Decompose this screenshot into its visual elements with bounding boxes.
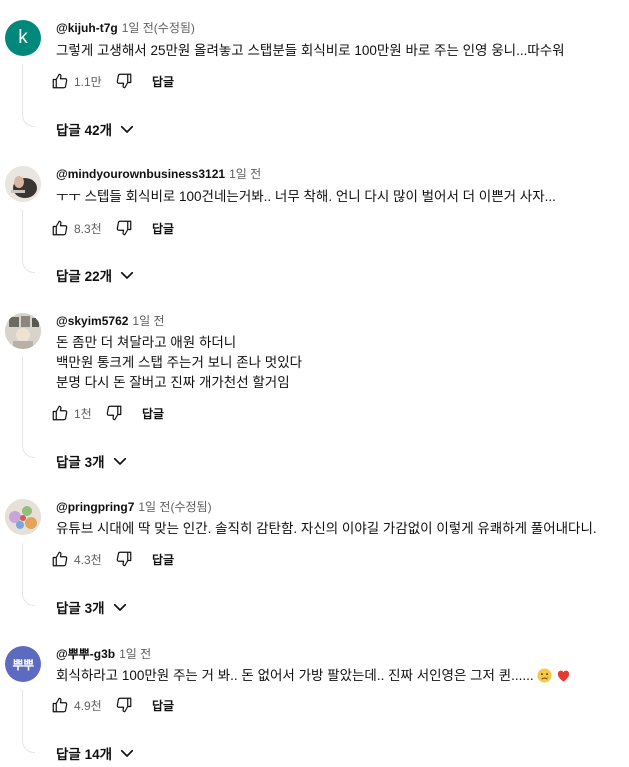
comment-time[interactable]: 1일 전 <box>229 167 261 181</box>
thumb-up-icon[interactable] <box>50 549 70 569</box>
like-count: 1.1만 <box>74 74 102 89</box>
comment-time[interactable]: 1일 전(수정됨) <box>122 21 195 35</box>
comment-line: 돈 좀만 더 쳐달라고 애원 하더니 <box>56 335 237 350</box>
thread-line <box>22 357 35 458</box>
avatar-photo <box>5 313 41 349</box>
thread-line <box>22 543 35 606</box>
avatar[interactable] <box>5 313 41 349</box>
replies-count: 답글 42개 <box>56 123 113 138</box>
thumb-down-icon[interactable] <box>104 403 124 423</box>
comment-header: @pringpring7 1일 전(수정됨) <box>56 499 212 515</box>
like-count: 8.3천 <box>74 221 102 236</box>
thumb-down-icon[interactable] <box>114 71 134 91</box>
thread-line <box>22 690 35 753</box>
comment-header: @kijuh-t7g 1일 전(수정됨) <box>56 20 195 36</box>
thumb-up-icon[interactable] <box>50 403 70 423</box>
comment-header: @mindyourownbusiness3121 1일 전 <box>56 166 261 182</box>
comment-line: 분명 다시 돈 잘버고 진짜 개가천선 할거임 <box>56 375 290 390</box>
crying-face-emoji <box>537 668 552 689</box>
comment-thread: 뿌뿌 @뿌뿌-g3b 1일 전 회식하라고 100만원 주는 거 봐.. 돈 없어… <box>0 646 629 767</box>
like-count: 4.9천 <box>74 698 102 713</box>
replies-count: 답글 3개 <box>56 455 105 470</box>
comment-thread: @skyim5762 1일 전 돈 좀만 더 쳐달라고 애원 하더니 백만원 통크… <box>0 313 629 475</box>
chevron-down-icon <box>111 452 129 470</box>
comment-time[interactable]: 1일 전 <box>132 314 164 328</box>
thumb-up-icon[interactable] <box>50 71 70 91</box>
comment-line: 그렇게 고생해서 25만원 올려놓고 스탭분들 회식비로 100만원 바로 주는… <box>56 43 565 58</box>
comment-text: 돈 좀만 더 쳐달라고 애원 하더니 백만원 통크게 스탭 주는거 보니 존나 … <box>56 333 302 393</box>
comment-author[interactable]: @kijuh-t7g <box>56 21 118 35</box>
like-count: 1천 <box>74 406 92 421</box>
avatar-text: 뿌뿌 <box>12 657 34 672</box>
thumb-up-icon[interactable] <box>50 218 70 238</box>
comment-text: 유튜브 시대에 딱 맞는 인간. 솔직히 감탄함. 자신의 이야길 가감없이 이… <box>56 519 597 539</box>
avatar[interactable]: k <box>5 20 41 56</box>
comment-author[interactable]: @mindyourownbusiness3121 <box>56 167 225 181</box>
comment-text: 그렇게 고생해서 25만원 올려놓고 스탭분들 회식비로 100만원 바로 주는… <box>56 41 565 61</box>
comment-line: ㅜㅜ 스텝들 회식비로 100건네는거봐.. 너무 착해. 언니 다시 많이 벌… <box>56 189 556 204</box>
replies-toggle[interactable]: 답글 14개 <box>56 742 136 764</box>
replies-count: 답글 14개 <box>56 747 113 762</box>
chevron-down-icon <box>118 120 136 138</box>
replies-toggle[interactable]: 답글 3개 <box>56 596 129 618</box>
thread-line <box>22 210 35 273</box>
avatar-photo <box>5 499 41 535</box>
red-heart-emoji <box>556 668 571 689</box>
replies-count: 답글 3개 <box>56 601 105 616</box>
comment-header: @skyim5762 1일 전 <box>56 313 165 329</box>
avatar-photo <box>5 166 41 202</box>
replies-toggle[interactable]: 답글 22개 <box>56 264 136 286</box>
comment-actions: 1천 답글 <box>50 401 164 425</box>
thumb-down-icon[interactable] <box>114 218 134 238</box>
comment-thread: @mindyourownbusiness3121 1일 전 ㅜㅜ 스텝들 회식비로… <box>0 166 629 288</box>
comment-actions: 4.3천 답글 <box>50 547 174 571</box>
thumb-down-icon[interactable] <box>114 695 134 715</box>
comment-actions: 1.1만 답글 <box>50 69 174 93</box>
chevron-down-icon <box>118 744 136 762</box>
comment-author[interactable]: @뿌뿌-g3b <box>56 647 115 661</box>
comment-line: 유튜브 시대에 딱 맞는 인간. 솔직히 감탄함. 자신의 이야길 가감없이 이… <box>56 521 597 536</box>
comment-author[interactable]: @skyim5762 <box>56 314 128 328</box>
reply-button[interactable]: 답글 <box>142 405 164 422</box>
comment-line: 백만원 통크게 스탭 주는거 보니 존나 멋있다 <box>56 355 303 370</box>
comment-actions: 8.3천 답글 <box>50 216 174 240</box>
comment-line-text: 회식하라고 100만원 주는 거 봐.. 돈 없어서 가방 팔았는데.. 진짜 … <box>56 668 534 683</box>
avatar-letter: k <box>18 27 28 48</box>
comment-thread: k @kijuh-t7g 1일 전(수정됨) 그렇게 고생해서 25만원 올려놓고… <box>0 20 629 142</box>
comment-text: ㅜㅜ 스텝들 회식비로 100건네는거봐.. 너무 착해. 언니 다시 많이 벌… <box>56 187 556 207</box>
chevron-down-icon <box>111 598 129 616</box>
thread-line <box>22 64 35 127</box>
comment-line: 회식하라고 100만원 주는 거 봐.. 돈 없어서 가방 팔았는데.. 진짜 … <box>56 666 571 689</box>
avatar[interactable] <box>5 499 41 535</box>
reply-button[interactable]: 답글 <box>152 73 174 90</box>
reply-button[interactable]: 답글 <box>152 220 174 237</box>
chevron-down-icon <box>118 266 136 284</box>
thumb-down-icon[interactable] <box>114 549 134 569</box>
replies-count: 답글 22개 <box>56 269 113 284</box>
replies-toggle[interactable]: 답글 3개 <box>56 450 129 472</box>
avatar[interactable]: 뿌뿌 <box>5 646 41 682</box>
reply-button[interactable]: 답글 <box>152 551 174 568</box>
comment-author[interactable]: @pringpring7 <box>56 500 134 514</box>
comment-time[interactable]: 1일 전 <box>119 647 151 661</box>
reply-button[interactable]: 답글 <box>152 697 174 714</box>
avatar[interactable] <box>5 166 41 202</box>
comment-header: @뿌뿌-g3b 1일 전 <box>56 646 151 662</box>
thumb-up-icon[interactable] <box>50 695 70 715</box>
comment-text: 회식하라고 100만원 주는 거 봐.. 돈 없어서 가방 팔았는데.. 진짜 … <box>56 666 571 689</box>
like-count: 4.3천 <box>74 552 102 567</box>
replies-toggle[interactable]: 답글 42개 <box>56 118 136 140</box>
comment-thread: @pringpring7 1일 전(수정됨) 유튜브 시대에 딱 맞는 인간. 솔… <box>0 499 629 621</box>
comment-actions: 4.9천 답글 <box>50 693 174 717</box>
comment-time[interactable]: 1일 전(수정됨) <box>138 500 211 514</box>
